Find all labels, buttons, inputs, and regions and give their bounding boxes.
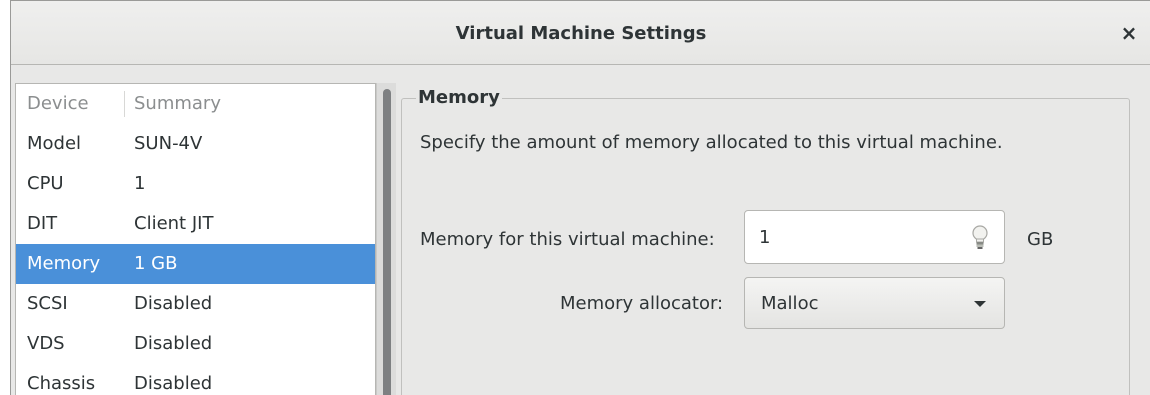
chevron-down-icon xyxy=(974,301,986,307)
allocator-label: Memory allocator: xyxy=(560,293,724,314)
device-summary: Disabled xyxy=(134,293,213,314)
device-name: CPU xyxy=(27,173,64,194)
allocator-dropdown[interactable]: Malloc xyxy=(744,277,1005,329)
memory-unit-label: GB xyxy=(1027,229,1054,250)
device-name: SCSI xyxy=(27,293,68,314)
list-item-dit[interactable]: DIT Client JIT xyxy=(16,204,375,244)
device-list-scrollbar[interactable] xyxy=(376,83,396,395)
list-item-model[interactable]: Model SUN-4V xyxy=(16,124,375,164)
device-summary: 1 xyxy=(134,173,146,194)
device-column-header[interactable]: Device xyxy=(27,84,89,124)
title-bar: Virtual Machine Settings × xyxy=(11,1,1150,65)
device-name: VDS xyxy=(27,333,65,354)
device-name: Model xyxy=(27,133,82,154)
device-name: DIT xyxy=(27,213,58,234)
list-item-cpu[interactable]: CPU 1 xyxy=(16,164,375,204)
device-summary: Client JIT xyxy=(134,213,214,234)
memory-description: Specify the amount of memory allocated t… xyxy=(420,132,1003,153)
memory-amount-input[interactable] xyxy=(744,210,1005,264)
allocator-selected-value: Malloc xyxy=(761,293,819,314)
device-name: Memory xyxy=(27,253,101,274)
close-button[interactable]: × xyxy=(1117,21,1141,45)
summary-column-header[interactable]: Summary xyxy=(134,84,221,124)
window-title: Virtual Machine Settings xyxy=(455,23,707,44)
device-summary: SUN-4V xyxy=(134,133,203,154)
list-item-chassis[interactable]: Chassis Disabled xyxy=(16,364,375,395)
device-summary: Disabled xyxy=(134,333,213,354)
memory-amount-label: Memory for this virtual machine: xyxy=(420,229,715,250)
list-item-vds[interactable]: VDS Disabled xyxy=(16,324,375,364)
column-separator xyxy=(124,91,125,117)
device-list: Device Summary Model SUN-4V CPU 1 DIT Cl… xyxy=(15,83,376,395)
memory-frame-label: Memory xyxy=(416,86,502,110)
scrollbar-thumb[interactable] xyxy=(383,89,391,395)
device-summary: 1 GB xyxy=(134,253,178,274)
device-list-header: Device Summary xyxy=(16,84,375,124)
list-item-memory[interactable]: Memory 1 GB xyxy=(16,244,375,284)
device-summary: Disabled xyxy=(134,373,213,394)
list-item-scsi[interactable]: SCSI Disabled xyxy=(16,284,375,324)
device-name: Chassis xyxy=(27,373,96,394)
lightbulb-icon xyxy=(972,225,988,249)
